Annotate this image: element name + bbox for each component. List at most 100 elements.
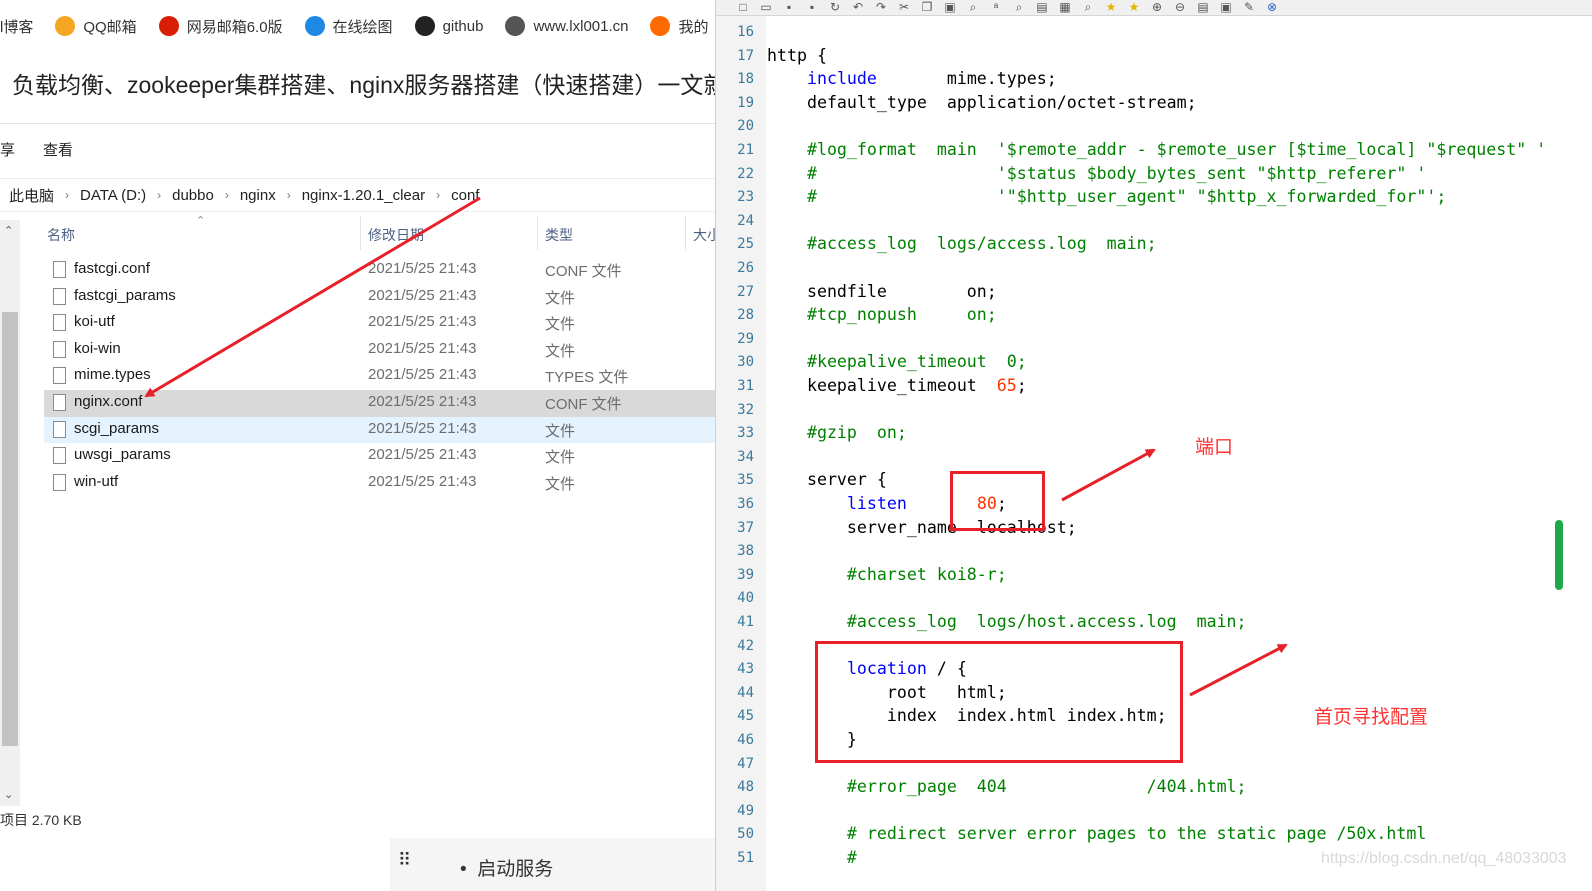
document-map-icon[interactable]: ▤ <box>1196 1 1210 14</box>
paste-icon[interactable]: ▣ <box>943 1 957 14</box>
scrollbar-thumb[interactable] <box>2 312 18 746</box>
line-number: 43 <box>737 661 754 678</box>
code-line[interactable]: #gzip on; <box>767 423 907 442</box>
bookmark-item[interactable]: 网易邮箱6.0版 <box>158 16 283 37</box>
file-row[interactable]: nginx.conf 2021/5/25 21:43 CONF 文件 <box>44 389 715 417</box>
column-header-type[interactable]: 类型 <box>545 225 573 245</box>
bookmark-item[interactable]: l博客 <box>0 16 33 37</box>
column-divider[interactable] <box>360 216 361 250</box>
code-line[interactable]: # '$status $body_bytes_sent "$http_refer… <box>767 164 1426 183</box>
reload-icon[interactable]: ↻ <box>828 1 842 14</box>
code-line[interactable]: #tcp_nopush on; <box>767 305 997 324</box>
file-type: 文件 <box>545 475 576 493</box>
save-icon[interactable]: ▪ <box>782 1 796 14</box>
monitor-icon[interactable]: ▣ <box>1219 1 1233 14</box>
code-line[interactable]: #error_page 404 /404.html; <box>767 777 1247 796</box>
breadcrumb-separator-icon[interactable]: › <box>436 188 440 202</box>
scroll-up-icon[interactable]: ⌃ <box>4 224 13 237</box>
find-icon[interactable]: ⌕ <box>966 1 980 14</box>
breadcrumb-item[interactable]: DATA (D:) <box>80 187 146 204</box>
code-line[interactable]: # '"$http_user_agent" "$http_x_forwarded… <box>767 187 1446 206</box>
scroll-down-icon[interactable]: ⌄ <box>4 788 13 801</box>
ribbon-tab-view[interactable]: 查看 <box>43 139 73 160</box>
column-header-date[interactable]: 修改日期 <box>368 225 424 245</box>
file-row[interactable]: koi-win 2021/5/25 21:43 文件 <box>44 337 715 364</box>
zoom-icon[interactable]: ⌕ <box>1081 1 1095 14</box>
bookmark-star-next-icon[interactable]: ★ <box>1127 1 1141 14</box>
address-breadcrumb[interactable]: 此电脑 › DATA (D:) › dubbo › nginx › nginx-1.20.1_c… <box>0 178 715 212</box>
redo-icon[interactable]: ↷ <box>874 1 888 14</box>
bookmark-star-icon[interactable]: ★ <box>1104 1 1118 14</box>
drag-handle-icon[interactable]: ⠿ <box>398 850 411 871</box>
line-number: 48 <box>737 779 754 796</box>
breadcrumb-separator-icon[interactable]: › <box>157 188 161 202</box>
page-bottom-strip: ⠿ • 启动服务 <box>390 838 715 891</box>
code-line[interactable]: #keepalive_timeout 0; <box>767 352 1027 371</box>
file-row[interactable]: koi-utf 2021/5/25 21:43 文件 <box>44 310 715 337</box>
find-in-files-icon[interactable]: ⌕ <box>1012 1 1026 14</box>
code-line[interactable]: sendfile on; <box>767 282 997 301</box>
breadcrumb-separator-icon[interactable]: › <box>287 188 291 202</box>
line-number: 42 <box>737 637 754 654</box>
file-list: fastcgi.conf 2021/5/25 21:43 CONF 文件 fastcg… <box>44 257 715 496</box>
file-list-scrollbar[interactable]: ⌃ ⌄ <box>0 220 20 806</box>
file-row[interactable]: uwsgi_params 2021/5/25 21:43 文件 <box>44 443 715 470</box>
code-line[interactable]: default_type application/octet-stream; <box>767 93 1197 112</box>
file-row[interactable]: fastcgi_params 2021/5/25 21:43 文件 <box>44 284 715 311</box>
code-line[interactable]: #access_log logs/host.access.log main; <box>767 612 1247 631</box>
annotation-index-config: 首页寻找配置 <box>1314 707 1429 728</box>
bookmark-item[interactable]: 在线绘图 <box>304 16 393 37</box>
editor-scroll-indicator[interactable] <box>1555 520 1563 590</box>
file-date: 2021/5/25 21:43 <box>368 446 477 464</box>
copy-icon[interactable]: ❐ <box>920 1 934 14</box>
breadcrumb-item[interactable]: dubbo <box>172 187 214 204</box>
column-header-size[interactable]: 大小 <box>693 225 715 245</box>
undo-icon[interactable]: ↶ <box>851 1 865 14</box>
close-circle-icon[interactable]: ⊗ <box>1265 1 1279 14</box>
file-name: uwsgi_params <box>74 446 171 464</box>
bookmark-item[interactable]: QQ邮箱 <box>55 16 137 37</box>
breadcrumb-item[interactable]: nginx <box>240 187 276 204</box>
bookmark-item[interactable]: www.lxl001.cn <box>505 16 628 36</box>
code-line[interactable]: #access_log logs/access.log main; <box>767 234 1157 253</box>
file-name: fastcgi.conf <box>74 260 150 277</box>
breadcrumb-item[interactable]: 此电脑 <box>9 185 54 206</box>
code-line[interactable]: http { <box>767 46 827 65</box>
line-number: 30 <box>737 354 754 371</box>
line-number: 32 <box>737 401 754 418</box>
line-number: 17 <box>737 47 754 64</box>
code-line[interactable]: keepalive_timeout 65; <box>767 376 1027 395</box>
code-line[interactable]: #log_format main '$remote_addr - $remote… <box>767 140 1546 159</box>
file-row[interactable]: win-utf 2021/5/25 21:43 文件 <box>44 470 715 497</box>
bookmark-item[interactable]: github <box>414 16 483 36</box>
breadcrumb-separator-icon[interactable]: › <box>65 188 69 202</box>
ribbon-tab-share[interactable]: 享 <box>0 139 15 160</box>
pin-icon[interactable]: ✎ <box>1242 1 1256 14</box>
file-date: 2021/5/25 21:43 <box>368 313 477 331</box>
file-type: 文件 <box>545 449 576 467</box>
bookmark-item[interactable]: 我的 <box>650 16 709 37</box>
breadcrumb-separator-icon[interactable]: › <box>225 188 229 202</box>
code-line[interactable]: # <box>767 848 857 867</box>
file-row[interactable]: mime.types 2021/5/25 21:43 TYPES 文件 <box>44 363 715 390</box>
zoom-out-icon[interactable]: ⊖ <box>1173 1 1187 14</box>
cut-icon[interactable]: ✂ <box>897 1 911 14</box>
replace-icon[interactable]: ᵃ <box>989 1 1003 14</box>
open-folder-icon[interactable]: ▭ <box>759 1 773 14</box>
column-header-name[interactable]: 名称 <box>47 225 75 245</box>
new-file-icon[interactable]: □ <box>736 1 750 14</box>
column-divider[interactable] <box>685 216 686 250</box>
code-line[interactable]: #charset koi8-r; <box>767 565 1007 584</box>
code-line[interactable]: # redirect server error pages to the sta… <box>767 824 1426 843</box>
code-line[interactable]: server { <box>767 470 887 489</box>
zoom-in-icon[interactable]: ⊕ <box>1150 1 1164 14</box>
word-wrap-icon[interactable]: ▤ <box>1035 1 1049 14</box>
column-divider[interactable] <box>537 216 538 250</box>
file-row[interactable]: fastcgi.conf 2021/5/25 21:43 CONF 文件 <box>44 257 715 284</box>
file-row[interactable]: scgi_params 2021/5/25 21:43 文件 <box>44 416 715 444</box>
code-line[interactable]: include mime.types; <box>767 69 1057 88</box>
column-mode-icon[interactable]: ▦ <box>1058 1 1072 14</box>
save-all-icon[interactable]: ▪ <box>805 1 819 14</box>
breadcrumb-item[interactable]: nginx-1.20.1_clear <box>302 187 425 204</box>
breadcrumb-item[interactable]: conf <box>451 187 479 204</box>
